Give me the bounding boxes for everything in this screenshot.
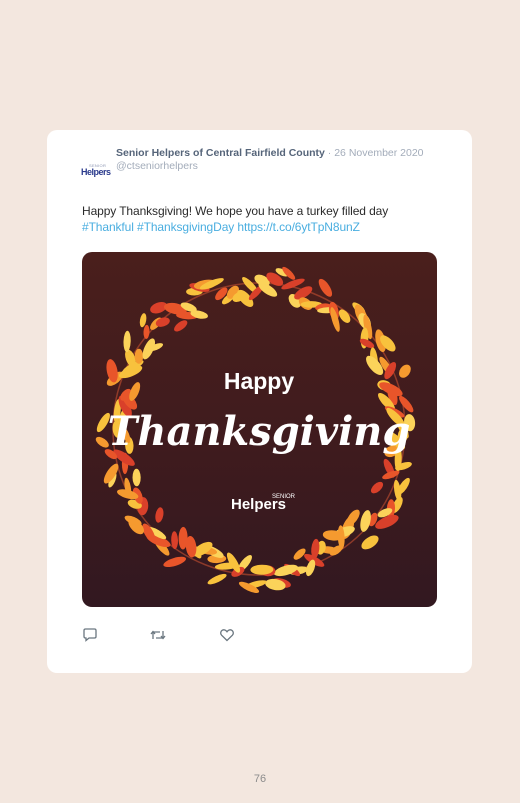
hashtag-thankful[interactable]: #Thankful bbox=[82, 220, 134, 234]
wreath-leaf bbox=[132, 468, 141, 487]
graphic-thanksgiving-text: Thanksgiving bbox=[108, 408, 411, 455]
tweet-date[interactable]: 26 November 2020 bbox=[334, 147, 423, 159]
retweet-icon[interactable] bbox=[149, 627, 167, 645]
graphic-brand-large: Helpers bbox=[231, 496, 286, 513]
tweet-text: Happy Thanksgiving! We hope you have a t… bbox=[82, 203, 442, 235]
wreath-leaf bbox=[143, 324, 150, 339]
separator: · bbox=[324, 147, 335, 159]
wreath-leaf bbox=[370, 481, 384, 494]
wreath-leaf bbox=[293, 548, 306, 560]
author-name[interactable]: Senior Helpers of Central Fairfield Coun… bbox=[116, 147, 325, 159]
wreath-leaf bbox=[399, 364, 411, 378]
tweet-body: Happy Thanksgiving! We hope you have a t… bbox=[82, 204, 389, 218]
wreath-leaf bbox=[155, 507, 164, 523]
reply-icon[interactable] bbox=[82, 627, 100, 645]
tweet-card: SENIOR Helpers Senior Helpers of Central… bbox=[47, 130, 472, 673]
wreath-leaf bbox=[207, 573, 227, 585]
author-handle[interactable]: @ctseniorhelpers bbox=[116, 160, 198, 172]
graphic-happy-text: Happy bbox=[224, 368, 295, 394]
page-number: 76 bbox=[253, 773, 267, 785]
wreath-leaf bbox=[174, 320, 188, 332]
wreath-leaf bbox=[123, 330, 131, 353]
thanksgiving-graphic: Happy Thanksgiving SENIOR Helpers bbox=[95, 266, 416, 593]
tweet-header: Senior Helpers of Central Fairfield Coun… bbox=[116, 147, 436, 172]
tweet-link[interactable]: https://t.co/6ytTpN8unZ bbox=[237, 220, 360, 234]
like-icon[interactable] bbox=[219, 627, 237, 645]
wreath-leaf bbox=[361, 535, 379, 550]
avatar-large-text: Helpers bbox=[81, 167, 111, 177]
tweet-image[interactable]: Happy Thanksgiving SENIOR Helpers bbox=[82, 252, 437, 607]
wreath-leaf bbox=[163, 556, 187, 568]
wreath-leaf bbox=[134, 348, 144, 364]
hashtag-thanksgivingday[interactable]: #ThanksgivingDay bbox=[137, 220, 234, 234]
avatar[interactable]: SENIOR Helpers bbox=[81, 164, 111, 178]
